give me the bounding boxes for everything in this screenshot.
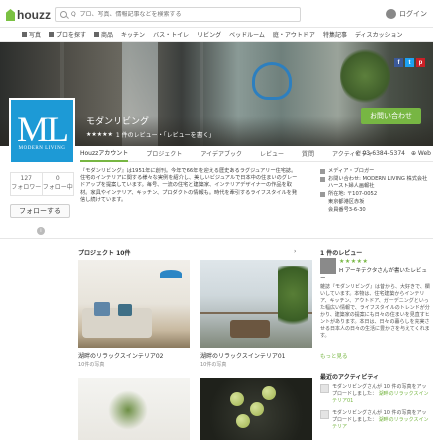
project-thumbnail[interactable] <box>78 260 190 348</box>
project-photo-count: 10件の写真 <box>200 362 227 368</box>
person-icon <box>49 32 55 37</box>
cover-chair <box>252 62 292 100</box>
profile-meta: メディア・ブロガー お問い合わせ: MODERN LIVING 株式会社ハースト… <box>320 168 430 215</box>
main-nav: 写真 プロを探す 商品 キッチン バス・トイレ リビング ベッドルーム 庭・アウ… <box>0 28 433 42</box>
project-thumbnail[interactable] <box>200 260 312 348</box>
reviews-heading[interactable]: 1 件のレビュー <box>320 248 362 257</box>
cover-plant <box>340 46 390 106</box>
review-text: 雑誌『モダンリビング』は昔から、大好きで、欄いしています。本物は、住宅建築からイ… <box>320 284 430 339</box>
nav-item-kitchen[interactable]: キッチン <box>121 30 153 39</box>
project-card[interactable]: 湖畔のリラックスインテリア02 10件の写真 <box>78 260 190 368</box>
followers-count: 127 <box>20 175 32 182</box>
activity-heading: 最近のアクティビティ <box>320 374 379 381</box>
activity-item: モダンリビングさんが 10 件の写真をアップロードしました： 湖畔のリラックスイ… <box>320 384 430 405</box>
phone-icon: ✆ <box>355 150 361 157</box>
profile-rating[interactable]: ★★★★★ 1 件のレビュー・「レビューを書く」 <box>86 130 215 139</box>
nav-item-stories[interactable]: 特集記事 <box>323 30 355 39</box>
user-icon <box>386 9 396 19</box>
review-more-link[interactable]: もっと見る <box>320 352 348 360</box>
top-bar: houzz ログイン <box>0 0 433 28</box>
following-stat[interactable]: 0 フォロー中 <box>41 173 74 195</box>
followers-stat[interactable]: 127 フォロワー <box>11 173 42 195</box>
profile-description: 『モダンリビング』は1951年に創刊。今年で66年を迎える歴史あるラグジュアリー… <box>80 168 298 203</box>
follow-button[interactable]: フォローする <box>10 204 70 218</box>
houzz-wordmark: houzz <box>17 8 51 22</box>
nav-item-photos[interactable]: 写真 <box>22 30 49 39</box>
twitter-icon[interactable]: t <box>405 58 414 67</box>
project-photo-count: 10件の写真 <box>78 362 105 368</box>
search-input[interactable] <box>71 11 291 18</box>
tab-account[interactable]: Houzzアカウント <box>80 146 129 162</box>
tab-reviews[interactable]: レビュー <box>260 146 284 162</box>
tab-ideabooks[interactable]: アイデアブック <box>200 146 242 162</box>
following-label: フォロー中 <box>42 184 73 191</box>
rating-text: 1 件のレビュー・「レビューを書く」 <box>115 132 215 139</box>
project-card[interactable]: 湖畔のリラックスインテリア01 10件の写真 <box>200 260 312 368</box>
meta-category: メディア・ブロガー <box>320 168 430 175</box>
houzz-logo[interactable]: houzz <box>6 8 51 22</box>
bag-icon <box>94 32 100 37</box>
followers-label: フォロワー <box>11 184 42 191</box>
review-author[interactable]: H アーキテクタさんが書いたレビュー <box>320 266 430 282</box>
meta-contact: お問い合わせ: MODERN LIVING 株式会社ハースト婦人画報社 <box>320 176 430 190</box>
review-stars: ★★★★★ <box>339 258 369 265</box>
login-label: ログイン <box>399 10 427 18</box>
social-links: f t p <box>394 58 425 67</box>
nav-item-living[interactable]: リビング <box>197 30 229 39</box>
globe-icon: ⊕ <box>410 150 416 157</box>
profile-tabs: Houzzアカウント プロジェクト アイデアブック レビュー 質問 アクティビテ… <box>80 146 433 162</box>
project-card[interactable] <box>200 378 312 440</box>
search-box[interactable] <box>55 7 301 22</box>
project-card[interactable] <box>78 378 190 440</box>
rating-stars: ★★★★★ <box>86 131 113 138</box>
profile-logo: ML MODERN LIVING <box>9 98 75 164</box>
nav-item-products[interactable]: 商品 <box>94 30 121 39</box>
meta-member: 会員番号3-6-30 <box>328 207 366 213</box>
reviewer-avatar[interactable] <box>320 258 336 274</box>
meta-address: 所在地: 〒107-0052 <box>320 191 430 198</box>
activity-avatar[interactable] <box>320 410 329 419</box>
review-item: ★★★★★ H アーキテクタさんが書いたレビュー 雑誌『モダンリビング』は昔から… <box>320 258 430 340</box>
profile-logo-mark: ML <box>17 108 69 149</box>
nav-item-discussions[interactable]: ディスカッション <box>355 30 411 39</box>
project-thumbnail[interactable] <box>78 378 190 440</box>
nav-item-bath[interactable]: バス・トイレ <box>153 30 197 39</box>
category-icon <box>320 169 325 174</box>
tab-questions[interactable]: 質問 <box>302 146 314 162</box>
tab-projects[interactable]: プロジェクト <box>146 146 182 162</box>
login-button[interactable]: ログイン <box>386 9 427 19</box>
photo-icon <box>22 32 27 37</box>
pinterest-icon[interactable]: p <box>416 58 425 67</box>
section-divider <box>0 238 433 239</box>
search-icon <box>60 11 67 18</box>
nav-item-bedroom[interactable]: ベッドルーム <box>229 30 273 39</box>
contact-button[interactable]: お問い合わせ <box>361 108 421 124</box>
activity-avatar[interactable] <box>320 384 329 393</box>
project-title[interactable]: 湖畔のリラックスインテリア01 <box>200 351 312 360</box>
activity-item: モダンリビングさんが 10 件の写真をアップロードしました： 湖畔のリラックスイ… <box>320 410 430 431</box>
nav-item-outdoor[interactable]: 庭・アウトドア <box>273 30 323 39</box>
projects-heading[interactable]: プロジェクト 10件 <box>78 248 130 257</box>
contact-icon <box>320 177 325 182</box>
houzz-logo-icon <box>6 9 15 21</box>
following-count: 0 <box>55 175 60 182</box>
meta-city: 東京都港区赤坂 <box>328 199 365 205</box>
website-link[interactable]: ⊕ Web <box>411 150 431 157</box>
profile-logo-sub: MODERN LIVING <box>18 145 66 151</box>
follow-stats: 127 フォロワー 0 フォロー中 <box>10 172 74 196</box>
projects-more-arrow[interactable]: › <box>294 248 296 255</box>
project-title[interactable]: 湖畔のリラックスインテリア02 <box>78 351 190 360</box>
facebook-icon[interactable]: f <box>394 58 403 67</box>
phone-number[interactable]: ✆ 03-6384-5374 <box>355 150 405 157</box>
project-thumbnail[interactable] <box>200 378 312 440</box>
profile-title: モダンリビング <box>86 117 150 127</box>
location-icon <box>320 192 325 197</box>
nav-item-find-pros[interactable]: プロを探す <box>49 30 94 39</box>
info-icon[interactable]: i <box>37 227 45 235</box>
